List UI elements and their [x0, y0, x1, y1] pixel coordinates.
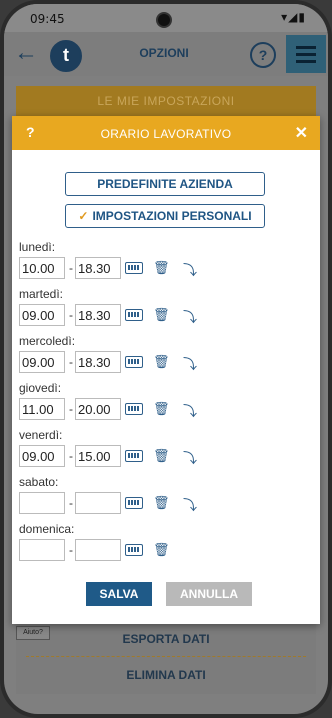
copy-down-icon[interactable]: ⤵ — [183, 354, 197, 374]
menu-button[interactable] — [286, 35, 326, 73]
delete-data-button[interactable]: ELIMINA DATI — [16, 668, 316, 682]
day-row: mercoledì: 09.00-18.30 🗑 ⤵ — [19, 334, 319, 380]
time-separator: - — [69, 261, 73, 275]
export-data-button[interactable]: ESPORTA DATI — [16, 632, 316, 646]
app-logo: t — [50, 40, 82, 72]
trash-icon[interactable]: 🗑 — [153, 495, 170, 511]
copy-down-icon[interactable]: ⤵ — [183, 307, 197, 327]
end-time-input[interactable] — [75, 492, 121, 514]
time-separator: - — [69, 402, 73, 416]
trash-icon[interactable]: 🗑 — [153, 448, 170, 464]
end-time-input[interactable]: 18.30 — [75, 257, 121, 279]
copy-down-icon[interactable]: ⤵ — [183, 401, 197, 421]
status-time: 09:45 — [30, 12, 65, 26]
end-time-input[interactable]: 18.30 — [75, 304, 121, 326]
dialog-title: ORARIO LAVORATIVO — [100, 127, 232, 141]
day-label: venerdì: — [19, 428, 63, 442]
day-row: martedì: 09.00-18.30 🗑 ⤵ — [19, 287, 319, 333]
keyboard-icon[interactable] — [125, 450, 143, 462]
status-icons: ▾◢▮ — [281, 10, 306, 24]
back-arrow-icon[interactable]: ← — [14, 40, 38, 66]
dialog-header: ? ORARIO LAVORATIVO ✕ — [12, 116, 320, 150]
company-defaults-label: PREDEFINITE AZIENDA — [97, 177, 233, 191]
start-time-input[interactable]: 09.00 — [19, 304, 65, 326]
day-label: sabato: — [19, 475, 59, 489]
start-time-input[interactable]: 11.00 — [19, 398, 65, 420]
day-row: sabato: - 🗑 ⤵ — [19, 475, 319, 521]
day-row: lunedì: 10.00-18.30 🗑 ⤵ — [19, 240, 319, 286]
camera-icon — [158, 14, 170, 26]
working-hours-dialog: ? ORARIO LAVORATIVO ✕ PREDEFINITE AZIEND… — [12, 116, 320, 624]
trash-icon[interactable]: 🗑 — [153, 401, 170, 417]
end-time-input[interactable] — [75, 539, 121, 561]
help-icon[interactable]: ? — [250, 42, 276, 68]
time-separator: - — [69, 543, 73, 557]
start-time-input[interactable] — [19, 492, 65, 514]
end-time-input[interactable]: 20.00 — [75, 398, 121, 420]
time-separator: - — [69, 449, 73, 463]
copy-down-icon[interactable]: ⤵ — [183, 448, 197, 468]
phone-frame: 09:45 ▾◢▮ ← t OPZIONI ? LE MIE IMPOSTAZI… — [0, 0, 332, 718]
start-time-input[interactable] — [19, 539, 65, 561]
hamburger-line — [296, 60, 316, 63]
start-time-input[interactable]: 09.00 — [19, 351, 65, 373]
keyboard-icon[interactable] — [125, 356, 143, 368]
company-defaults-button[interactable]: PREDEFINITE AZIENDA — [65, 172, 265, 196]
time-separator: - — [69, 496, 73, 510]
personal-settings-label: IMPOSTAZIONI PERSONALI — [92, 209, 252, 223]
close-icon[interactable]: ✕ — [295, 123, 308, 143]
personal-settings-button[interactable]: ✓ IMPOSTAZIONI PERSONALI — [65, 204, 265, 228]
save-button[interactable]: SALVA — [86, 582, 152, 606]
hamburger-line — [296, 46, 316, 49]
page-title: OPZIONI — [139, 46, 189, 60]
keyboard-icon[interactable] — [125, 403, 143, 415]
app-bar: ← t OPZIONI ? — [4, 32, 328, 76]
keyboard-icon[interactable] — [125, 309, 143, 321]
start-time-input[interactable]: 10.00 — [19, 257, 65, 279]
day-row: giovedì: 11.00-20.00 🗑 ⤵ — [19, 381, 319, 427]
hamburger-line — [296, 53, 316, 56]
keyboard-icon[interactable] — [125, 497, 143, 509]
copy-down-icon[interactable]: ⤵ — [183, 260, 197, 280]
day-row: domenica: - 🗑 — [19, 522, 319, 568]
end-time-input[interactable]: 18.30 — [75, 351, 121, 373]
day-label: giovedì: — [19, 381, 62, 395]
start-time-input[interactable]: 09.00 — [19, 445, 65, 467]
status-bar: 09:45 ▾◢▮ — [4, 4, 328, 32]
trash-icon[interactable]: 🗑 — [153, 260, 170, 276]
trash-icon[interactable]: 🗑 — [153, 354, 170, 370]
end-time-input[interactable]: 15.00 — [75, 445, 121, 467]
copy-down-icon[interactable]: ⤵ — [183, 495, 197, 515]
keyboard-icon[interactable] — [125, 544, 143, 556]
day-row: venerdì: 09.00-15.00 🗑 ⤵ — [19, 428, 319, 474]
check-icon: ✓ — [78, 209, 89, 223]
day-label: martedì: — [19, 287, 64, 301]
keyboard-icon[interactable] — [125, 262, 143, 274]
trash-icon[interactable]: 🗑 — [153, 307, 170, 323]
day-label: lunedì: — [19, 240, 56, 254]
trash-icon[interactable]: 🗑 — [153, 542, 170, 558]
screen: 09:45 ▾◢▮ ← t OPZIONI ? LE MIE IMPOSTAZI… — [4, 4, 328, 714]
help-tag[interactable]: Aiuto? — [16, 626, 50, 640]
time-separator: - — [69, 308, 73, 322]
settings-section-title: LE MIE IMPOSTAZIONI — [16, 86, 316, 116]
time-separator: - — [69, 355, 73, 369]
day-label: mercoledì: — [19, 334, 76, 348]
day-label: domenica: — [19, 522, 75, 536]
divider — [26, 656, 306, 657]
cancel-button[interactable]: ANNULLA — [166, 582, 252, 606]
